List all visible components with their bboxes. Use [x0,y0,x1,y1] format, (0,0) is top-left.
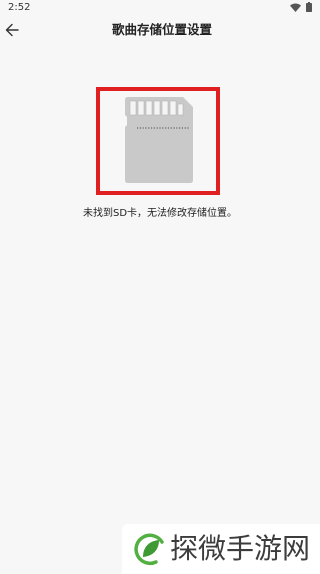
leaf-logo-icon [134,533,164,566]
battery-body [306,3,312,12]
no-sd-card-message: 未找到SD卡，无法修改存储位置。 [82,208,238,219]
wifi-icon [290,3,301,12]
sd-card-pin [169,100,177,116]
wifi-icon-shape [290,3,301,12]
logo-leaf [143,540,159,557]
sd-card-pin [153,100,161,116]
sd-card-pin [137,100,145,116]
sd-card-pins [129,100,184,116]
battery-icon [306,2,312,12]
sd-card-pin [129,100,137,116]
watermark: 探微手游网 [122,524,320,574]
sd-card-pin [177,103,184,116]
page-title: 歌曲存储位置设置 [111,22,212,37]
watermark-text: 探微手游网 [170,532,311,565]
status-time: 2:52 [8,2,31,13]
sd-card-pin [145,100,153,116]
sd-card-pin [161,100,169,116]
status-bar: 2:52 [0,0,320,15]
sd-card-icon [125,97,193,183]
